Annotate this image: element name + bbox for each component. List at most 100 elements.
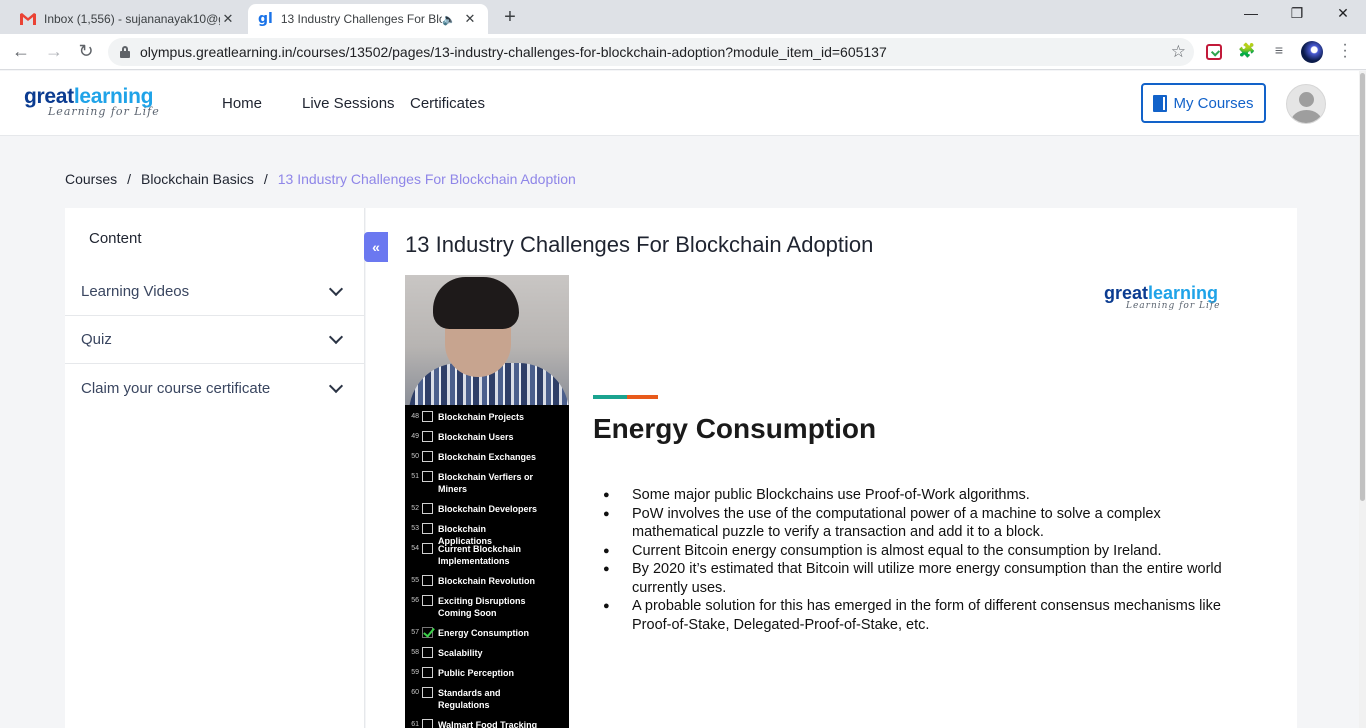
sidebar-section-certificate[interactable]: Claim your course certificate <box>65 364 365 412</box>
checklist-label: Blockchain Revolution <box>438 576 536 586</box>
breadcrumb-blockchain-basics[interactable]: Blockchain Basics <box>141 171 254 187</box>
media-control-icon[interactable]: ≡ <box>1269 42 1289 62</box>
my-courses-label: My Courses <box>1173 94 1254 112</box>
checklist-item: 60 Standards and Regulations <box>405 687 569 711</box>
reload-icon[interactable]: ↻ <box>75 41 97 62</box>
my-courses-button[interactable]: My Courses <box>1141 83 1266 123</box>
sidebar-section-quiz[interactable]: Quiz <box>65 316 365 364</box>
checklist-number: 61 <box>411 721 419 728</box>
breadcrumb: Courses / Blockchain Basics / 13 Industr… <box>65 171 576 187</box>
sidebar-section-learning-videos[interactable]: Learning Videos <box>65 268 365 316</box>
checklist-item: 49 Blockchain Users <box>405 431 569 443</box>
lock-icon[interactable] <box>120 46 130 58</box>
chevron-down-icon[interactable] <box>328 329 344 345</box>
breadcrumb-current: 13 Industry Challenges For Blockchain Ad… <box>277 171 576 187</box>
extension-checker-icon[interactable] <box>1206 44 1222 60</box>
forward-icon[interactable]: → <box>43 41 65 62</box>
checklist-number: 51 <box>411 473 419 480</box>
checkbox-icon <box>422 523 433 534</box>
tab-gmail[interactable]: Inbox (1,556) - sujananayak10@gmail.com … <box>8 4 248 34</box>
checklist-number: 53 <box>411 525 419 532</box>
breadcrumb-separator: / <box>127 171 132 187</box>
greatlearning-logo[interactable]: greatlearning Learning for Life <box>24 85 160 118</box>
checklist-label: Public Perception <box>438 668 515 678</box>
checkmark-icon <box>422 627 433 638</box>
checklist-number: 59 <box>411 669 419 676</box>
checklist-label: Current Blockchain Implementations <box>438 544 522 566</box>
profile-icon[interactable] <box>1301 41 1323 63</box>
browser-menu-icon[interactable]: · · · <box>1339 37 1351 65</box>
checklist-label: Walmart Food Tracking <box>438 720 538 728</box>
bookmark-star-icon[interactable]: ☆ <box>1171 42 1186 62</box>
slide-bullet: Current Bitcoin energy consumption is al… <box>603 542 1243 561</box>
url-text: olympus.greatlearning.in/courses/13502/p… <box>140 44 887 60</box>
checklist-label: Blockchain Verfiers or Miners <box>438 472 534 494</box>
chevron-down-icon[interactable] <box>328 281 344 297</box>
checkbox-icon <box>422 431 433 442</box>
nav-certificates[interactable]: Certificates <box>410 95 485 112</box>
nav-live-sessions[interactable]: Live Sessions <box>302 95 395 112</box>
breadcrumb-separator: / <box>263 171 268 187</box>
slide-accent-line <box>627 395 658 399</box>
browser-tabstrip: Inbox (1,556) - sujananayak10@gmail.com … <box>0 0 1366 34</box>
breadcrumb-courses[interactable]: Courses <box>65 171 117 187</box>
checkbox-icon <box>422 543 433 554</box>
chevron-down-icon[interactable] <box>328 378 344 393</box>
site-header: greatlearning Learning for Life Home Liv… <box>0 71 1366 136</box>
checklist-number: 55 <box>411 577 419 584</box>
checkbox-icon <box>422 451 433 462</box>
speaker-icon[interactable]: 🔈 <box>442 13 456 26</box>
new-tab-icon[interactable]: + <box>498 6 522 29</box>
slide-logo: greatlearning Learning for Life <box>1104 283 1221 311</box>
checkbox-icon <box>422 719 433 728</box>
omnibox[interactable]: olympus.greatlearning.in/courses/13502/p… <box>108 38 1194 66</box>
gmail-icon <box>20 13 36 25</box>
tab-title: Inbox (1,556) - sujananayak10@gmail.com <box>44 12 220 26</box>
content-sidebar: Content Learning Videos Quiz Claim your … <box>65 208 365 728</box>
restore-icon[interactable]: ❐ <box>1274 5 1320 22</box>
checklist-item: 55 Blockchain Revolution <box>405 575 569 587</box>
lecture-slide: greatlearning Learning for Life Energy C… <box>569 275 1297 728</box>
slide-logo-learning: learning <box>1148 283 1219 303</box>
checklist-number: 57 <box>411 629 419 636</box>
checklist-number: 49 <box>411 433 419 440</box>
checkbox-icon <box>422 471 433 482</box>
avatar[interactable] <box>1286 84 1326 124</box>
checkbox-icon <box>422 687 433 698</box>
page-scrollbar[interactable] <box>1359 71 1366 728</box>
checklist-number: 56 <box>411 597 419 604</box>
sidebar-title: Content <box>89 230 142 247</box>
slide-bullet: By 2020 it’s estimated that Bitcoin will… <box>603 560 1243 597</box>
checklist-item: 52 Blockchain Developers <box>405 503 569 515</box>
close-icon[interactable]: ✕ <box>462 11 478 27</box>
checklist-item: 59 Public Perception <box>405 667 569 679</box>
slide-bullet: A probable solution for this has emerged… <box>603 597 1243 634</box>
main-content: 13 Industry Challenges For Blockchain Ad… <box>366 208 1297 728</box>
close-icon[interactable]: ✕ <box>220 11 236 27</box>
minimize-icon[interactable]: — <box>1228 5 1274 21</box>
slide-bullet: PoW involves the use of the computationa… <box>603 505 1243 542</box>
checklist-label: Standards and Regulations <box>438 688 501 710</box>
back-icon[interactable]: ← <box>10 41 32 62</box>
collapse-sidebar-button[interactable]: « <box>364 232 388 262</box>
window-close-icon[interactable]: ✕ <box>1320 5 1366 22</box>
extensions-puzzle-icon[interactable]: 🧩 <box>1237 42 1257 62</box>
tab-greatlearning[interactable]: gl 13 Industry Challenges For Blockchain… <box>248 4 488 34</box>
page-title: 13 Industry Challenges For Blockchain Ad… <box>405 232 874 257</box>
checklist-label: Energy Consumption <box>438 628 530 638</box>
checklist-number: 58 <box>411 649 419 656</box>
checklist-item: 51 Blockchain Verfiers or Miners <box>405 471 569 495</box>
checkbox-icon <box>422 647 433 658</box>
checklist-item: 58 Scalability <box>405 647 569 659</box>
section-label: Learning Videos <box>81 283 190 300</box>
scrollbar-thumb[interactable] <box>1360 73 1365 501</box>
checklist-item: 50 Blockchain Exchanges <box>405 451 569 463</box>
greatlearning-icon: gl <box>258 11 273 27</box>
checklist-label: Blockchain Developers <box>438 504 538 514</box>
slide-heading: Energy Consumption <box>593 413 877 444</box>
video-player[interactable]: 48 Blockchain Projects 49 Blockchain Users 5… <box>405 275 1297 728</box>
nav-home[interactable]: Home <box>222 95 262 112</box>
checklist-number: 52 <box>411 505 419 512</box>
checklist-item: 54 Current Blockchain Implementations <box>405 543 569 567</box>
checklist-item: 48 Blockchain Projects <box>405 411 569 423</box>
